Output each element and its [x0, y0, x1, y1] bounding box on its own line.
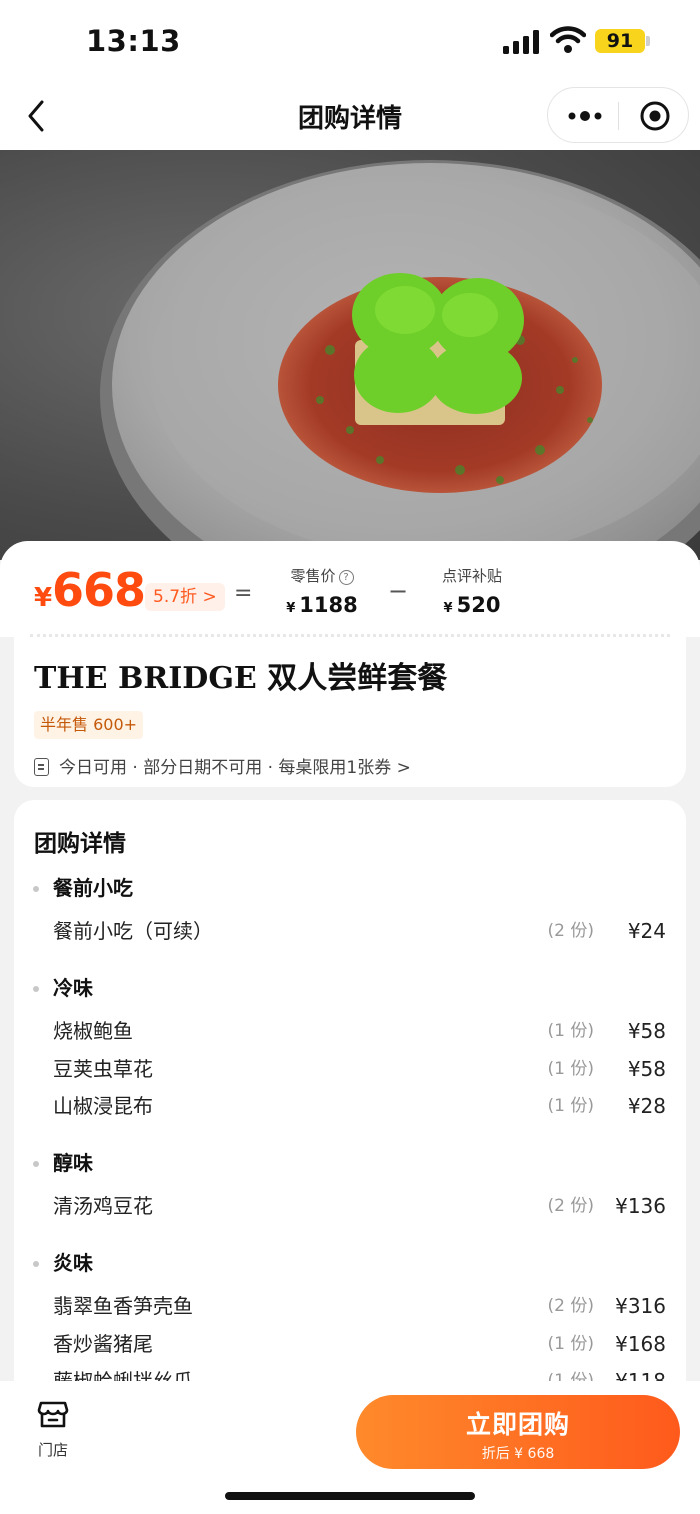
group-name: 炎味 [33, 1243, 686, 1283]
deal-name: THE BRIDGE 双人尝鲜套餐 [34, 661, 448, 696]
bottom-action-bar: 门店 立即团购 折后 ¥ 668 [0, 1381, 700, 1514]
status-time: 13:13 [86, 24, 181, 58]
item-price: ¥28 [627, 1094, 666, 1118]
capsule-divider [618, 102, 619, 130]
menu-item: 香炒酱猪尾 (1 份) ¥168 [14, 1326, 686, 1364]
equals-sign: = [234, 581, 253, 606]
item-name: 香炒酱猪尾 [53, 1331, 153, 1356]
help-icon[interactable]: ? [338, 570, 354, 585]
item-name: 翡翠鱼香笋壳鱼 [53, 1294, 193, 1318]
menu-group: 炎味 翡翠鱼香笋壳鱼 (2 份) ¥316 香炒酱猪尾 (1 份) ¥168 藤… [14, 1243, 686, 1401]
subsidy-block: 点评补贴 ¥520 [430, 563, 514, 617]
retail-price-label: 零售价 [290, 567, 336, 585]
sales-badge: 半年售 600+ [34, 711, 144, 739]
menu-group: 冷味 烧椒鲍鱼 (1 份) ¥58 豆荚虫草花 (1 份) ¥58 山椒浸昆布 … [14, 968, 686, 1126]
menu-item: 山椒浸昆布 (1 份) ¥28 [14, 1088, 686, 1126]
item-name: 清汤鸡豆花 [53, 1194, 153, 1218]
home-indicator [225, 1492, 475, 1500]
store-icon [37, 1401, 69, 1428]
group-name: 冷味 [33, 968, 686, 1008]
buy-now-label: 立即团购 [465, 1410, 570, 1439]
deal-price: 668 [52, 563, 146, 617]
menu-item: 翡翠鱼香笋壳鱼 (2 份) ¥316 [14, 1288, 686, 1326]
item-price: ¥24 [627, 919, 666, 943]
dish-photo [0, 150, 700, 560]
wifi-icon [550, 26, 586, 53]
item-qty: (1 份) [547, 1058, 594, 1079]
group-name: 餐前小吃 [33, 868, 686, 908]
retail-currency: ¥ [286, 601, 296, 616]
dish-illustration [100, 160, 700, 560]
item-price: ¥168 [615, 1331, 666, 1356]
store-button[interactable]: 门店 [32, 1399, 74, 1460]
store-label: 门店 [37, 1441, 68, 1459]
item-qty: (2 份) [547, 1196, 594, 1216]
close-mini-program-icon[interactable] [639, 100, 671, 132]
menu-group: 餐前小吃 餐前小吃（可续） (2 份) ¥24 [14, 868, 686, 951]
menu-item: 烧椒鲍鱼 (1 份) ¥58 [14, 1013, 686, 1051]
details-title: 团购详情 [34, 831, 126, 857]
deal-info-card: THE BRIDGE 双人尝鲜套餐 半年售 600+ 今日可用 · 部分日期不可… [14, 637, 686, 787]
buy-now-subtext: 折后 ¥ 668 [481, 1446, 555, 1462]
group-name: 醇味 [33, 1143, 686, 1183]
item-qty: (2 份) [547, 921, 594, 941]
menu-item: 清汤鸡豆花 (2 份) ¥136 [14, 1188, 686, 1226]
cellular-signal-icon [503, 30, 539, 54]
item-qty: (1 份) [547, 1096, 594, 1116]
price-currency: ¥ [34, 583, 53, 613]
buy-now-button[interactable]: 立即团购 折后 ¥ 668 [356, 1395, 680, 1469]
menu-item: 豆荚虫草花 (1 份) ¥58 [14, 1051, 686, 1089]
item-name: 山椒浸昆布 [53, 1094, 153, 1118]
subsidy-label: 点评补贴 [441, 567, 502, 585]
status-bar: 13:13 91 [0, 0, 700, 84]
item-price: ¥316 [615, 1294, 666, 1318]
item-name: 餐前小吃（可续） [53, 919, 213, 943]
item-price: ¥58 [627, 1019, 666, 1043]
item-qty: (2 份) [547, 1296, 594, 1316]
mini-program-capsule [547, 87, 689, 143]
price-section: ¥ 668 5.7折 > = 零售价? ¥1188 − 点评补贴 ¥520 [0, 541, 700, 637]
usage-rules[interactable]: 今日可用 · 部分日期不可用 · 每桌限用1张券 > [34, 753, 411, 778]
item-qty: (1 份) [547, 1021, 594, 1041]
subsidy-currency: ¥ [443, 601, 453, 616]
battery-tip [646, 36, 650, 46]
usage-rules-text: 今日可用 · 部分日期不可用 · 每桌限用1张券 > [59, 758, 411, 778]
item-name: 烧椒鲍鱼 [53, 1019, 133, 1043]
item-qty: (1 份) [547, 1333, 594, 1354]
menu-item: 餐前小吃（可续） (2 份) ¥24 [14, 913, 686, 951]
subsidy-value: 520 [456, 593, 501, 617]
minus-sign: − [388, 577, 409, 605]
discount-badge[interactable]: 5.7折 > [145, 583, 225, 611]
more-options-icon[interactable] [568, 108, 602, 124]
retail-price-value: 1188 [299, 593, 358, 617]
item-price: ¥136 [615, 1194, 666, 1218]
item-name: 豆荚虫草花 [53, 1056, 153, 1081]
item-price: ¥58 [627, 1056, 666, 1081]
document-icon [34, 758, 49, 776]
nav-bar: 团购详情 [0, 84, 700, 150]
menu-group: 醇味 清汤鸡豆花 (2 份) ¥136 [14, 1143, 686, 1226]
retail-price-block: 零售价? ¥1188 [282, 563, 362, 617]
battery-indicator: 91 [595, 29, 645, 53]
